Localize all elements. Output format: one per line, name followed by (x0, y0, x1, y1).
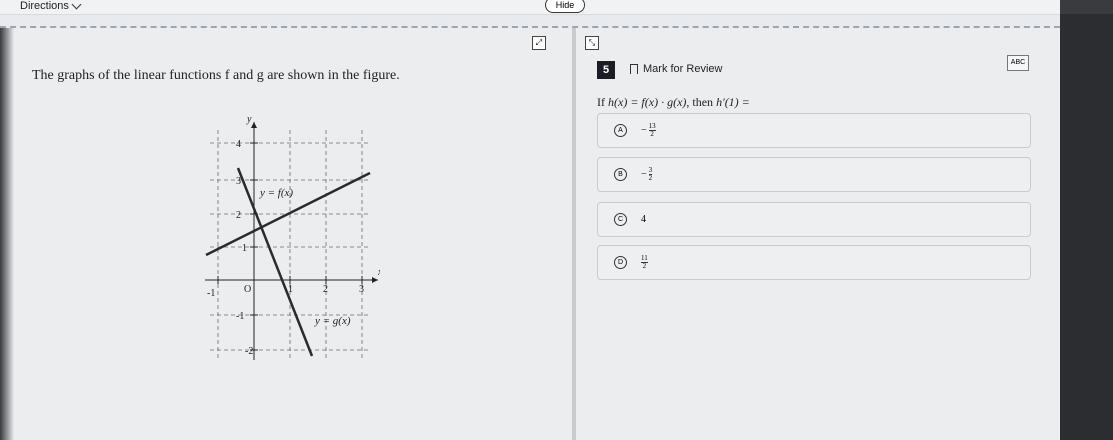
choice-d[interactable]: D 11 2 (597, 245, 1031, 280)
choice-a[interactable]: A − 13 2 (597, 113, 1031, 148)
directions-label: Directions (20, 0, 69, 12)
choice-letter: B (614, 168, 627, 181)
expand-left-icon[interactable]: ⤢ (532, 36, 546, 50)
question-prompt: The graphs of the linear functions f and… (32, 68, 400, 83)
monitor-bezel (1060, 0, 1113, 440)
y-axis-label: y (246, 114, 252, 125)
x-tick-label: 1 (288, 284, 293, 295)
y-tick-label: -1 (236, 311, 244, 322)
chevron-down-icon (71, 0, 82, 10)
f-label: y = f(x) (259, 187, 293, 199)
mark-for-review-label: Mark for Review (643, 63, 723, 75)
choice-fraction: 13 2 (648, 122, 656, 138)
y-tick-label: 4 (236, 139, 241, 150)
y-tick-label: 2 (236, 210, 241, 221)
screen-edge-shadow (0, 28, 14, 440)
choice-letter: C (614, 213, 627, 226)
question-number: 5 (597, 61, 615, 79)
x-axis-label: x (377, 267, 380, 278)
y-tick-label: 3 (236, 176, 241, 187)
directions-menu[interactable]: Directions (20, 0, 82, 12)
choice-sign: − (641, 169, 647, 180)
choice-fraction: 32 (648, 166, 653, 182)
mark-for-review-button[interactable]: Mark for Review (630, 63, 722, 75)
abc-eliminator-icon[interactable]: ABC (1007, 55, 1029, 71)
choice-sign: − (641, 125, 647, 136)
y-tick-label: 1 (242, 243, 247, 254)
x-tick-label: -1 (207, 288, 215, 299)
choice-letter: D (614, 256, 627, 269)
g-label: y = g(x) (314, 315, 351, 327)
choice-fraction: 11 2 (641, 254, 648, 270)
y-tick-label: -2 (245, 346, 253, 357)
hide-button[interactable]: Hide (545, 0, 585, 13)
choice-letter: A (614, 124, 627, 137)
x-tick-label: 2 (323, 284, 328, 295)
expand-right-icon[interactable]: ⤡ (585, 36, 599, 50)
origin-label: O (244, 284, 251, 295)
function-graph: y x O -1 1 2 3 4 3 2 1 -1 -2 y = f(x) y … (205, 114, 380, 360)
question-text: If h(x) = f(x) · g(x), then h′(1) = (597, 95, 750, 109)
choice-c[interactable]: C 4 (597, 202, 1031, 237)
x-tick-label: 3 (359, 284, 364, 295)
top-toolbar: Directions (0, 0, 1060, 15)
bookmark-icon (630, 64, 638, 74)
monitor-bezel-top (1060, 0, 1113, 14)
choice-value: 4 (641, 214, 646, 225)
choice-b[interactable]: B − 32 (597, 157, 1031, 192)
